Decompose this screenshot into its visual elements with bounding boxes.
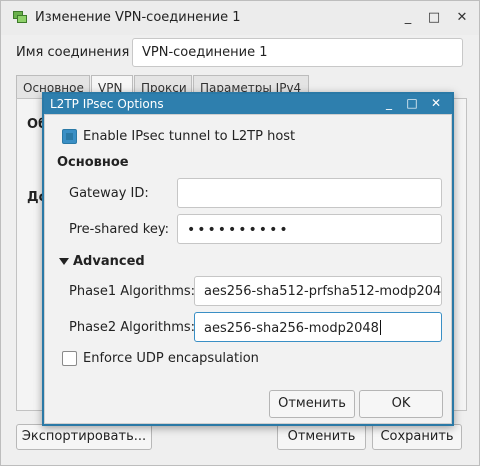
maximize-icon[interactable]: □ (404, 95, 420, 111)
gateway-id-label: Gateway ID: (69, 186, 149, 201)
ok-button[interactable]: OK (359, 390, 443, 418)
dialog-titlebar: L2TP IPsec Options _ □ ✕ (44, 94, 452, 114)
expander-triangle-icon[interactable] (59, 258, 69, 265)
parent-titlebar: Изменение VPN-соединение 1 _ □ ✕ (1, 1, 479, 35)
minimize-icon[interactable]: _ (399, 9, 417, 27)
l2tp-ipsec-dialog: L2TP IPsec Options _ □ ✕ Enable IPsec tu… (42, 92, 454, 426)
close-icon[interactable]: ✕ (453, 9, 471, 27)
parent-cancel-button[interactable]: Отменить (277, 424, 366, 450)
phase2-label: Phase2 Algorithms: (69, 320, 196, 335)
enable-ipsec-checkbox[interactable] (62, 129, 77, 144)
psk-input[interactable]: •••••••••• (177, 214, 442, 244)
parent-window-title: Изменение VPN-соединение 1 (35, 10, 241, 25)
network-vpn-icon (13, 11, 27, 23)
enforce-udp-checkbox[interactable] (62, 351, 77, 366)
dialog-cancel-button[interactable]: Отменить (269, 390, 355, 418)
close-icon[interactable]: ✕ (428, 95, 444, 111)
dialog-title: L2TP IPsec Options (50, 97, 164, 111)
maximize-icon[interactable]: □ (425, 9, 443, 27)
enable-ipsec-label: Enable IPsec tunnel to L2TP host (83, 129, 296, 144)
section-basic-heading: Основное (57, 155, 129, 170)
advanced-expander[interactable]: Advanced (73, 254, 145, 269)
phase1-label: Phase1 Algorithms: (69, 284, 196, 299)
phase2-input[interactable]: aes256-sha256-modp2048 (194, 312, 442, 342)
phase1-input[interactable]: aes256-sha512-prfsha512-modp2048 (194, 276, 442, 306)
dialog-body: Enable IPsec tunnel to L2TP host Основно… (44, 114, 452, 424)
psk-label: Pre-shared key: (69, 222, 169, 237)
export-button[interactable]: Экспортировать... (16, 424, 152, 450)
save-button[interactable]: Сохранить (372, 424, 462, 450)
connection-name-input[interactable]: VPN-соединение 1 (132, 38, 463, 67)
enforce-udp-label: Enforce UDP encapsulation (83, 351, 259, 366)
phase2-value: aes256-sha256-modp2048 (204, 321, 379, 336)
text-caret (379, 320, 381, 335)
gateway-id-input[interactable] (177, 178, 442, 208)
connection-name-label: Имя соединения (16, 45, 130, 60)
minimize-icon[interactable]: _ (381, 95, 397, 111)
